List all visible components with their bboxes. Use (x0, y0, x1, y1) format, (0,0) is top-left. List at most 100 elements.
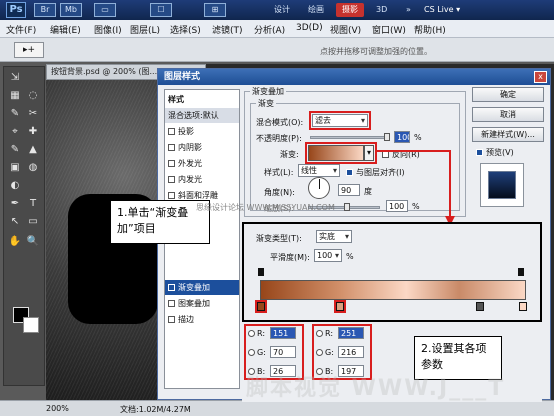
opacity-input[interactable]: 100 (394, 131, 410, 143)
style-select[interactable]: 线性 (298, 164, 340, 177)
angle-label: 角度(N): (264, 188, 295, 197)
preview-checkbox[interactable] (476, 149, 483, 156)
style-checkbox[interactable] (168, 128, 175, 135)
color2-g-row[interactable]: G: (316, 348, 334, 357)
color1-r-row[interactable]: R: (248, 329, 265, 338)
gradient-tool-icon[interactable]: ◍ (25, 161, 41, 175)
brush-tool-icon[interactable]: ✎ (7, 143, 23, 157)
style-item-inner-shadow[interactable]: 内阴影 (165, 140, 239, 155)
workspace-design-tab[interactable]: 设计 (268, 3, 296, 17)
align-checkbox-row[interactable]: 与图层对齐(I) (346, 167, 405, 178)
menu-select[interactable]: 选择(S) (170, 23, 201, 36)
color1-g-input[interactable]: 70 (270, 346, 296, 358)
menu-image[interactable]: 图像(I) (94, 23, 122, 36)
scale-slider-handle[interactable] (344, 203, 350, 211)
close-icon[interactable]: x (534, 71, 547, 83)
menu-filter[interactable]: 滤镜(T) (212, 23, 243, 36)
background-color-swatch[interactable] (23, 317, 39, 333)
cs-live-button[interactable]: CS Live ▾ (424, 3, 460, 17)
workspace-more-button[interactable]: » (400, 3, 417, 17)
reverse-checkbox-row[interactable]: 反向(R) (382, 149, 420, 160)
radio-button[interactable] (248, 349, 255, 356)
clone-stamp-tool-icon[interactable]: ▲ (25, 143, 41, 157)
arrange-documents-icon[interactable]: ⊞ (204, 3, 226, 17)
dodge-tool-icon[interactable]: ◐ (7, 179, 23, 193)
menu-help[interactable]: 帮助(H) (414, 23, 446, 36)
pen-tool-icon[interactable]: ✒ (7, 197, 23, 211)
color1-r-input[interactable]: 151 (270, 327, 296, 339)
menu-layer[interactable]: 图层(L) (130, 23, 160, 36)
style-item-blending-options[interactable]: 混合选项:默认 (165, 108, 239, 123)
align-checkbox[interactable] (346, 169, 353, 176)
eyedropper-tool-icon[interactable]: ⌖ (7, 125, 23, 139)
scale-input[interactable]: 100 (386, 200, 408, 212)
zoom-tool-icon[interactable]: 🔍 (25, 235, 41, 249)
opacity-stop-left[interactable] (258, 268, 264, 276)
style-item-outer-glow[interactable]: 外发光 (165, 156, 239, 171)
menu-3d[interactable]: 3D(D) (296, 23, 323, 33)
style-checkbox[interactable] (168, 160, 175, 167)
new-style-button[interactable]: 新建样式(W)... (472, 127, 544, 142)
reverse-checkbox[interactable] (382, 151, 389, 158)
style-item-stroke[interactable]: 描边 (165, 312, 239, 327)
color2-r-row[interactable]: R: (316, 329, 333, 338)
workspace-photography-tab[interactable]: 摄影 (336, 3, 364, 17)
style-checkbox[interactable] (168, 300, 175, 307)
style-checkbox[interactable] (168, 284, 175, 291)
move-tool-preset-button[interactable]: ▸+ (14, 42, 44, 58)
style-item-pattern-overlay[interactable]: 图案叠加 (165, 296, 239, 311)
style-checkbox[interactable] (168, 144, 175, 151)
color-stop-4[interactable] (519, 302, 527, 311)
smoothness-input[interactable]: 100 (314, 249, 342, 262)
color1-g-row[interactable]: G: (248, 348, 266, 357)
move-tool-icon[interactable]: ⇲ (7, 71, 23, 85)
lasso-tool-icon[interactable]: ◌ (25, 89, 41, 103)
opacity-stop-right[interactable] (518, 268, 524, 276)
color2-r-input[interactable]: 251 (338, 327, 364, 339)
color-stop-2-highlight (334, 300, 346, 313)
styles-header[interactable]: 样式 (165, 92, 239, 107)
opacity-slider-handle[interactable] (384, 133, 390, 141)
shape-tool-icon[interactable]: ▭ (25, 215, 41, 229)
style-item-gradient-overlay[interactable]: 渐变叠加 (165, 280, 239, 295)
hand-tool-icon[interactable]: ✋ (7, 235, 23, 249)
angle-dial[interactable] (308, 177, 330, 199)
gradient-type-select[interactable]: 实底 (316, 230, 352, 243)
type-tool-icon[interactable]: T (25, 197, 41, 211)
style-item-drop-shadow[interactable]: 投影 (165, 124, 239, 139)
style-item-inner-glow[interactable]: 内发光 (165, 172, 239, 187)
quick-select-tool-icon[interactable]: ✎ (7, 107, 23, 121)
menu-edit[interactable]: 编辑(E) (50, 23, 81, 36)
app-bar: Ps Br Mb ▭ ☐ ⊞ 设计 绘画 摄影 3D » CS Live ▾ (0, 0, 554, 20)
workspace-painting-tab[interactable]: 绘画 (302, 3, 330, 17)
style-checkbox[interactable] (168, 192, 175, 199)
preview-checkbox-row[interactable]: 预览(V) (476, 147, 514, 158)
opacity-slider[interactable] (310, 136, 390, 139)
screen-mode-icon[interactable]: ☐ (150, 3, 172, 17)
radio-button[interactable] (248, 330, 255, 337)
style-checkbox[interactable] (168, 176, 175, 183)
workspace-3d-tab[interactable]: 3D (370, 3, 393, 17)
healing-tool-icon[interactable]: ✚ (25, 125, 41, 139)
menu-view[interactable]: 视图(V) (330, 23, 361, 36)
gradient-ramp[interactable] (260, 280, 526, 300)
mini-bridge-icon[interactable]: Mb (60, 3, 82, 17)
menu-file[interactable]: 文件(F) (6, 23, 36, 36)
cancel-button[interactable]: 取消 (472, 107, 544, 122)
radio-button[interactable] (316, 349, 323, 356)
bridge-icon[interactable]: Br (34, 3, 56, 17)
radio-button[interactable] (316, 330, 323, 337)
color-stop-3[interactable] (476, 302, 484, 311)
angle-input[interactable]: 90 (338, 184, 360, 196)
menu-analysis[interactable]: 分析(A) (254, 23, 285, 36)
color2-g-input[interactable]: 216 (338, 346, 364, 358)
eraser-tool-icon[interactable]: ▣ (7, 161, 23, 175)
ok-button[interactable]: 确定 (472, 87, 544, 102)
crop-tool-icon[interactable]: ✂ (25, 107, 41, 121)
path-select-tool-icon[interactable]: ↖ (7, 215, 23, 229)
menu-window[interactable]: 窗口(W) (372, 23, 406, 36)
zoom-level[interactable]: 200% (46, 404, 69, 413)
style-checkbox[interactable] (168, 316, 175, 323)
view-extras-icon[interactable]: ▭ (94, 3, 116, 17)
marquee-tool-icon[interactable]: ▦ (7, 89, 23, 103)
